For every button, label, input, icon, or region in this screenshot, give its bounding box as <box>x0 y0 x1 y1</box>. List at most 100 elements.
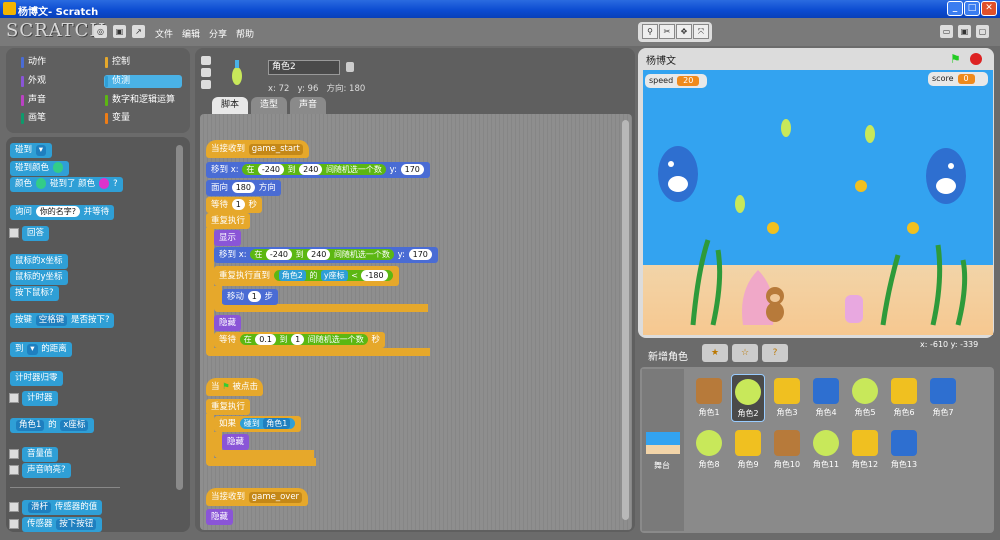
sensor-dropdown[interactable]: 按下按钮 <box>56 519 97 530</box>
sprite-thumb[interactable]: 角色7 <box>926 374 960 422</box>
ask-input[interactable]: 你的名字? <box>35 206 80 217</box>
sprite-dropdown[interactable]: 角色1 <box>16 420 45 431</box>
sprite-thumb[interactable]: 角色3 <box>770 374 804 422</box>
stage-canvas[interactable] <box>643 70 993 335</box>
random-reporter[interactable]: 在 0.1 到 1 间随机选一个数 <box>239 334 368 345</box>
script-scrollbar[interactable] <box>622 120 629 520</box>
small-stage-icon[interactable]: ▭ <box>940 25 953 38</box>
attribute-of-block[interactable]: 角色1 的 x座标 <box>10 418 95 433</box>
menu-share[interactable]: 分享 <box>209 27 227 40</box>
y-input[interactable]: 170 <box>408 249 432 260</box>
sprite-thumb[interactable]: 角色8 <box>692 426 726 474</box>
attribute-dropdown[interactable]: x座标 <box>60 420 89 431</box>
sprite-thumb[interactable]: 角色10 <box>770 426 804 474</box>
grow-tool-icon[interactable]: ✥ <box>676 24 692 39</box>
random-sprite-button[interactable]: ? <box>762 344 788 362</box>
category-4[interactable]: 声音 <box>20 94 98 107</box>
sensor-value-reporter[interactable]: 滑杆 传感器的值 <box>22 500 103 515</box>
maximize-button[interactable]: □ <box>964 1 980 16</box>
when-flag-clicked-hat[interactable]: 当 ⚑ 被点击 <box>206 378 264 396</box>
shrink-tool-icon[interactable]: ⤧ <box>693 24 709 39</box>
tab-sounds[interactable]: 声音 <box>290 97 326 114</box>
sensor-value-checkbox[interactable] <box>9 502 19 512</box>
message-dropdown[interactable]: game_over <box>248 492 303 503</box>
key-pressed-block[interactable]: 按键 空格键 是否按下? <box>10 313 115 328</box>
when-receive-hat[interactable]: 当接收到 game_over <box>206 488 309 506</box>
direction-input[interactable]: 180 <box>231 182 255 193</box>
loudness-checkbox[interactable] <box>9 449 19 459</box>
score-monitor[interactable]: score 0 <box>928 72 988 86</box>
minimize-button[interactable]: _ <box>947 1 963 16</box>
message-dropdown[interactable]: game_start <box>248 144 303 155</box>
hide-block[interactable]: 隐藏 <box>214 315 242 331</box>
loud-checkbox[interactable] <box>9 465 19 475</box>
sensor-dropdown[interactable]: 滑杆 <box>28 502 52 513</box>
timer-reporter[interactable]: 计时器 <box>22 391 58 406</box>
duplicate-tool-icon[interactable]: ⚲ <box>642 24 658 39</box>
category-1[interactable]: 控制 <box>104 56 182 69</box>
speed-monitor[interactable]: speed 20 <box>645 74 707 88</box>
timer-reset-block[interactable]: 计时器归零 <box>10 371 63 386</box>
timer-checkbox[interactable] <box>9 393 19 403</box>
normal-stage-icon[interactable]: ▣ <box>958 25 971 38</box>
sprite-thumb[interactable]: 角色1 <box>692 374 726 422</box>
sprite-thumb[interactable]: 角色12 <box>848 426 882 474</box>
steps-input[interactable]: 1 <box>247 291 261 302</box>
presentation-mode-icon[interactable]: ▢ <box>976 25 989 38</box>
if-block[interactable]: 如果 碰到 角色1 <box>214 416 302 432</box>
forever-block[interactable]: 重复执行 <box>206 213 251 229</box>
category-2[interactable]: 外观 <box>20 75 98 88</box>
wait-random-block[interactable]: 等待 在 0.1 到 1 间随机选一个数 秒 <box>214 332 385 348</box>
category-7[interactable]: 变量 <box>104 112 182 125</box>
menu-help[interactable]: 帮助 <box>236 27 254 40</box>
repeat-until-block[interactable]: 重复执行直到 角色2 的 y座标 < -180 <box>214 266 399 286</box>
stop-button[interactable] <box>970 53 982 65</box>
wait-input[interactable]: 1 <box>231 199 245 210</box>
forever-block[interactable]: 重复执行 <box>206 399 251 415</box>
mouse-y-reporter[interactable]: 鼠标的y坐标 <box>10 270 68 285</box>
menu-file[interactable]: 文件 <box>155 27 173 40</box>
mouse-down-block[interactable]: 按下鼠标? <box>10 286 59 301</box>
category-6[interactable]: 画笔 <box>20 112 98 125</box>
random-reporter[interactable]: 在 -240 到 240 间随机选一个数 <box>250 249 394 260</box>
loud-block[interactable]: 声音响亮? <box>22 463 71 478</box>
rotation-style-flip-icon[interactable] <box>201 68 211 77</box>
touching-color-block[interactable]: 碰到颜色 <box>10 161 70 176</box>
y-input[interactable]: 170 <box>400 164 424 175</box>
hide-block[interactable]: 隐藏 <box>206 509 234 525</box>
when-receive-hat[interactable]: 当接收到 game_start <box>206 140 309 158</box>
loudness-reporter[interactable]: 音量值 <box>22 447 58 462</box>
category-5[interactable]: 数字和逻辑运算 <box>104 94 182 107</box>
distance-block[interactable]: 到 ▾ 的距离 <box>10 342 72 357</box>
lock-icon[interactable] <box>346 62 354 72</box>
menu-edit[interactable]: 编辑 <box>182 27 200 40</box>
point-direction-block[interactable]: 面向 180 方向 <box>206 180 281 196</box>
sprite-thumb[interactable]: 角色11 <box>809 426 843 474</box>
sprite-thumb[interactable]: 角色13 <box>887 426 921 474</box>
goto-xy-block[interactable]: 移到 x: 在 -240 到 240 间随机选一个数 y: 170 <box>214 247 438 263</box>
green-flag-button[interactable]: ⚑ <box>950 52 961 66</box>
rotation-style-full-icon[interactable] <box>201 56 211 65</box>
random-reporter[interactable]: 在 -240 到 240 间随机选一个数 <box>242 164 386 175</box>
hide-block[interactable]: 隐藏 <box>222 434 250 450</box>
stage-thumbnail[interactable] <box>646 432 680 454</box>
sprite-thumb[interactable]: 角色6 <box>887 374 921 422</box>
globe-icon[interactable]: ◎ <box>94 25 107 38</box>
dropdown[interactable]: ▾ <box>27 344 38 355</box>
sensor-pressed-block[interactable]: 传感器 按下按钮 <box>22 517 103 532</box>
sensor-checkbox[interactable] <box>9 519 19 529</box>
color-swatch[interactable] <box>35 178 47 189</box>
category-0[interactable]: 动作 <box>20 56 98 69</box>
color-touching-color-block[interactable]: 颜色 碰到了 颜色 ? <box>10 177 123 192</box>
ask-block[interactable]: 询问 你的名字? 并等待 <box>10 205 115 220</box>
move-steps-block[interactable]: 移动 1 步 <box>222 289 279 305</box>
sprite-thumb[interactable]: 角色4 <box>809 374 843 422</box>
mouse-x-reporter[interactable]: 鼠标的x坐标 <box>10 254 68 269</box>
close-button[interactable]: ✕ <box>981 1 997 16</box>
rotation-style-none-icon[interactable] <box>201 80 211 89</box>
delete-tool-icon[interactable]: ✂ <box>659 24 675 39</box>
save-icon[interactable]: ▣ <box>113 25 126 38</box>
tab-costumes[interactable]: 造型 <box>251 97 287 114</box>
sprite-thumb[interactable]: 角色2 <box>731 374 765 422</box>
show-block[interactable]: 显示 <box>214 230 242 246</box>
